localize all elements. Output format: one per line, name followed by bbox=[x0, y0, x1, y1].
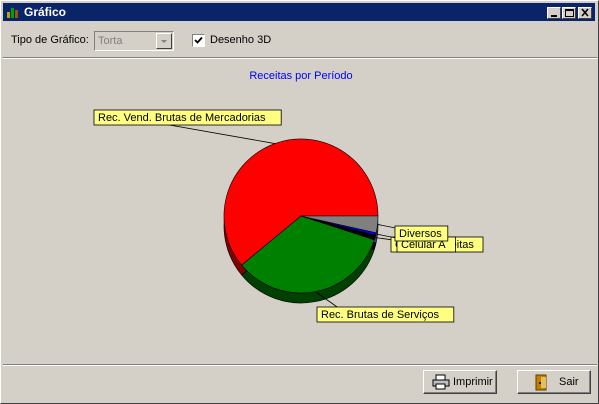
chart-type-value: Torta bbox=[98, 35, 123, 47]
minimize-button[interactable] bbox=[547, 7, 561, 19]
draw3d-checkbox[interactable] bbox=[192, 34, 205, 47]
exit-button-label: Sair bbox=[559, 376, 579, 388]
exit-button[interactable]: Sair bbox=[517, 370, 591, 394]
chart-area: Receitas por Período Rec. Vend. Brutas de… bbox=[5, 61, 595, 363]
title-bar[interactable]: Gráfico bbox=[3, 3, 595, 21]
window-title: Gráfico bbox=[24, 5, 67, 19]
maximize-button[interactable] bbox=[562, 7, 576, 19]
chevron-down-icon bbox=[161, 40, 167, 43]
top-divider bbox=[3, 57, 597, 59]
chart-type-label: Tipo de Gráfico: bbox=[11, 34, 89, 46]
checkmark-icon bbox=[194, 36, 203, 44]
print-button-label: Imprimir bbox=[453, 376, 493, 388]
slice-label-text-0: Rec. Vend. Brutas de Mercadorias bbox=[98, 112, 266, 124]
bottom-divider bbox=[3, 364, 597, 366]
close-button[interactable] bbox=[578, 7, 592, 19]
close-icon bbox=[581, 8, 589, 17]
slice-label-1: Rec. Brutas de Serviços bbox=[316, 306, 455, 323]
print-button[interactable]: Imprimir bbox=[423, 370, 497, 394]
maximize-icon bbox=[565, 9, 574, 17]
chart-window: Gráfico Tipo de Gráfico: Torta Desenho 3… bbox=[0, 0, 599, 404]
chart-type-dropdown-button[interactable] bbox=[156, 33, 172, 49]
toolbar: Tipo de Gráfico: Torta Desenho 3D bbox=[3, 23, 597, 57]
draw3d-label: Desenho 3D bbox=[210, 34, 272, 46]
chart-app-icon bbox=[7, 8, 18, 18]
chart-type-select[interactable]: Torta bbox=[94, 31, 174, 51]
slice-label-4: Diversos bbox=[394, 225, 449, 242]
pie-chart: Receitas por Período Rec. Vend. Brutas de… bbox=[93, 70, 484, 323]
slice-label-0: Rec. Vend. Brutas de Mercadorias bbox=[93, 109, 282, 126]
minimize-icon bbox=[551, 15, 557, 17]
printer-icon bbox=[432, 374, 450, 390]
slice-label-text-1: Rec. Brutas de Serviços bbox=[321, 309, 439, 321]
slice-label-text-4: Diversos bbox=[399, 228, 442, 240]
chart-title: Receitas por Período bbox=[249, 70, 352, 82]
door-exit-icon bbox=[535, 374, 547, 391]
